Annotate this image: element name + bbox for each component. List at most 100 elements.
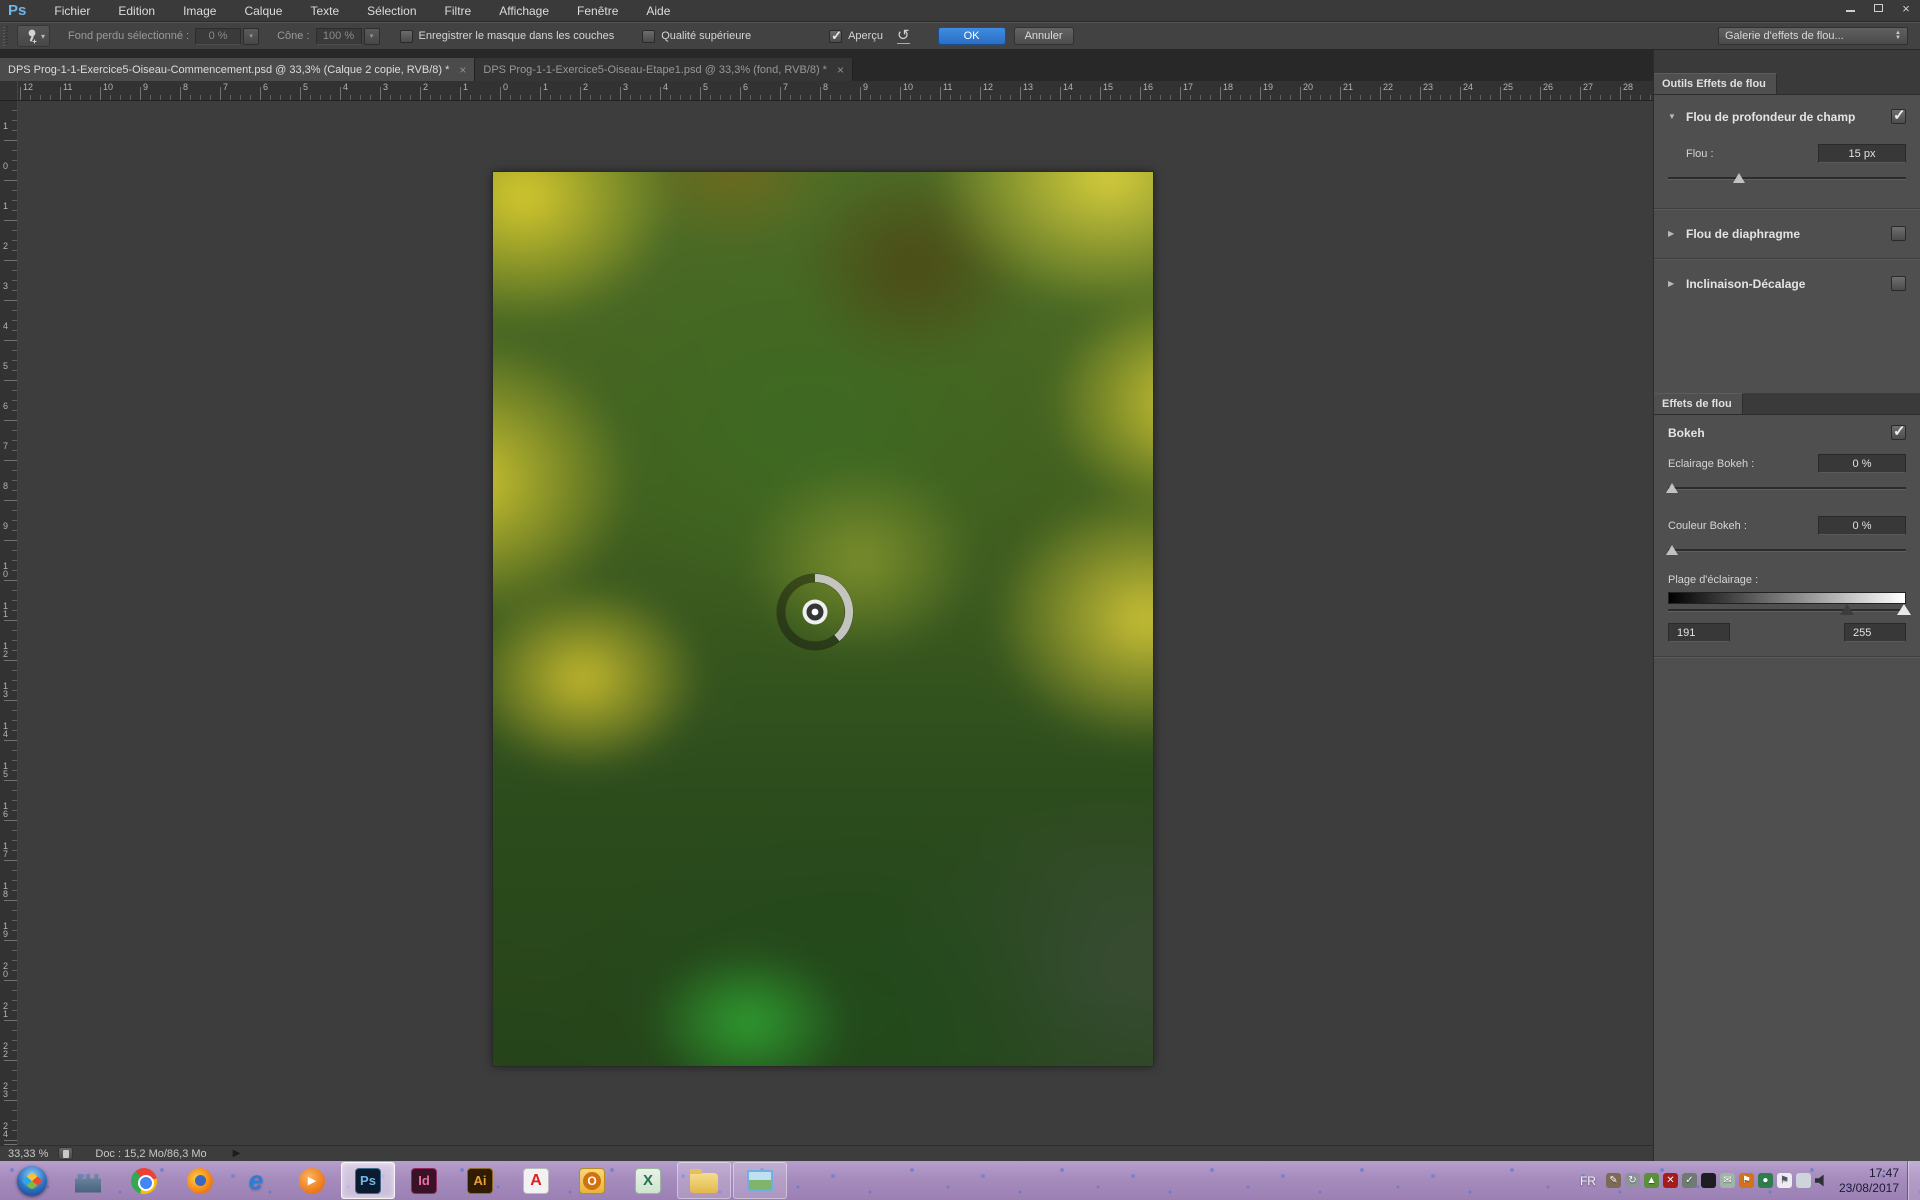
mail-check-icon[interactable]: ✉ <box>1720 1173 1735 1188</box>
adobe-update-icon[interactable]: ✕ <box>1663 1173 1678 1188</box>
slider-thumb[interactable] <box>1733 173 1745 183</box>
network-icon[interactable] <box>1796 1173 1811 1188</box>
ruler-number: 9 <box>3 522 8 530</box>
clock[interactable]: 17:47 23/08/2017 <box>1839 1166 1899 1196</box>
vertical-ruler[interactable]: 101234567891 01 11 21 31 41 51 61 71 81 … <box>0 101 18 1145</box>
google-drive-icon[interactable]: ▲ <box>1644 1173 1659 1188</box>
checkbox-icon <box>400 30 413 43</box>
restore-button[interactable] <box>1864 0 1892 16</box>
status-preview-icon[interactable] <box>58 1147 73 1160</box>
menu-filtre[interactable]: Filtre <box>431 0 486 21</box>
windows-defender[interactable] <box>61 1162 115 1199</box>
ruler-number: 3 <box>383 82 388 92</box>
menu-fenetre[interactable]: Fenêtre <box>563 0 632 21</box>
sync-notify-icon[interactable]: ↻ <box>1625 1173 1640 1188</box>
google-chrome[interactable] <box>117 1162 171 1199</box>
menu-affichage[interactable]: Affichage <box>485 0 563 21</box>
ruler-number: 7 <box>783 82 788 92</box>
save-mask-checkbox[interactable]: Enregistrer le masque dans les couches <box>400 30 615 43</box>
menu-fichier[interactable]: Fichier <box>40 0 104 21</box>
slider-thumb[interactable] <box>1666 483 1678 493</box>
color-bokeh-value-field[interactable]: 0 % <box>1818 516 1906 535</box>
ok-button[interactable]: OK <box>938 27 1006 45</box>
menu-texte[interactable]: Texte <box>296 0 353 21</box>
photoshop[interactable]: Ps <box>341 1162 395 1199</box>
blur-panels: Outils Effets de flou ▼ Flou de profonde… <box>1653 50 1920 1161</box>
horizontal-ruler[interactable]: 1211109876543210123456789101112131415161… <box>18 81 1653 101</box>
document-tab-1[interactable]: DPS Prog-1-1-Exercice5-Oiseau-Commenceme… <box>0 58 475 81</box>
range-high-thumb[interactable] <box>1897 604 1911 615</box>
ruler-number: 2 <box>583 82 588 92</box>
language-indicator[interactable]: FR <box>1580 1174 1596 1188</box>
ruler-number: 1 9 <box>3 922 8 938</box>
preview-checkbox[interactable]: Aperçu <box>829 30 883 43</box>
tilt-shift-checkbox[interactable] <box>1891 276 1906 291</box>
high-quality-checkbox[interactable]: Qualité supérieure <box>642 30 751 43</box>
reset-icon[interactable]: ↺ <box>897 29 910 44</box>
tab-close-icon[interactable]: × <box>837 63 844 77</box>
volume-icon[interactable] <box>1815 1174 1829 1188</box>
windows-explorer[interactable] <box>677 1162 731 1199</box>
light-range-gradient[interactable] <box>1668 592 1906 604</box>
minimize-button[interactable] <box>1836 0 1864 16</box>
image-viewer[interactable] <box>733 1162 787 1199</box>
ruler-number: 21 <box>1343 82 1353 92</box>
ruler-number: 1 5 <box>3 762 8 778</box>
blur-pin[interactable] <box>770 567 860 657</box>
bokeh-checkbox[interactable] <box>1891 425 1906 440</box>
options-bar-grip[interactable] <box>3 26 11 46</box>
iris-blur-section-header[interactable]: ▶ Flou de diaphragme <box>1668 209 1906 258</box>
usb-safely-remove-icon[interactable]: ✓ <box>1682 1173 1697 1188</box>
light-bokeh-value-field[interactable]: 0 % <box>1818 454 1906 473</box>
outlook[interactable]: O <box>565 1162 619 1199</box>
action-center-flag-icon[interactable]: ⚑ <box>1777 1173 1792 1188</box>
tray-icons: ✎ ↻ ▲ ✕ ✓ ✉ ⚑ ● ⚑ <box>1606 1173 1829 1188</box>
show-desktop-button[interactable] <box>1907 1161 1920 1200</box>
document-tab-2[interactable]: DPS Prog-1-1-Exercice5-Oiseau-Etape1.psd… <box>475 58 853 81</box>
field-blur-section-header[interactable]: ▼ Flou de profondeur de champ <box>1668 109 1906 124</box>
menu-image[interactable]: Image <box>169 0 230 21</box>
light-bokeh-slider[interactable] <box>1668 482 1906 494</box>
cancel-button[interactable]: Annuler <box>1014 27 1074 45</box>
blur-effects-panel-tab[interactable]: Effets de flou <box>1654 393 1743 414</box>
menu-selection[interactable]: Sélection <box>353 0 430 21</box>
internet-explorer[interactable]: e <box>229 1162 283 1199</box>
menu-calque[interactable]: Calque <box>230 0 296 21</box>
tilt-shift-section-header[interactable]: ▶ Inclinaison-Décalage <box>1668 259 1906 308</box>
ruler-number: 1 7 <box>3 842 8 858</box>
iris-blur-checkbox[interactable] <box>1891 226 1906 241</box>
acrobat-reader[interactable]: A <box>509 1162 563 1199</box>
ruler-number: 8 <box>183 82 188 92</box>
close-button[interactable]: × <box>1892 0 1920 16</box>
start-button[interactable] <box>5 1162 59 1199</box>
defender-alert-icon[interactable]: ⚑ <box>1739 1173 1754 1188</box>
flou-slider[interactable] <box>1668 172 1906 184</box>
flou-value-field[interactable]: 15 px <box>1818 144 1906 163</box>
illustrator[interactable]: Ai <box>453 1162 507 1199</box>
blur-tools-panel-tab[interactable]: Outils Effets de flou <box>1654 73 1777 94</box>
range-high-field[interactable]: 255 <box>1844 623 1906 642</box>
status-menu-arrow-icon[interactable]: ▶ <box>233 1148 241 1159</box>
blur-pin-tool-button[interactable]: ▾ <box>17 25 50 47</box>
tablet-pen-icon[interactable]: ✎ <box>1606 1173 1621 1188</box>
tab-close-icon[interactable]: × <box>459 63 466 77</box>
firefox[interactable] <box>173 1162 227 1199</box>
close-icon: × <box>1902 2 1910 15</box>
ruler-number: 1 <box>3 122 8 130</box>
indesign[interactable]: Id <box>397 1162 451 1199</box>
slider-thumb[interactable] <box>1666 545 1678 555</box>
windows-media-player[interactable]: ▶ <box>285 1162 339 1199</box>
menu-aide[interactable]: Aide <box>632 0 684 21</box>
satellite-icon[interactable] <box>1701 1173 1716 1188</box>
range-low-thumb[interactable] <box>1840 604 1854 615</box>
color-bokeh-slider[interactable] <box>1668 544 1906 556</box>
ruler-number: 10 <box>903 82 913 92</box>
field-blur-checkbox[interactable] <box>1891 109 1906 124</box>
blur-gallery-select[interactable]: Galerie d'effets de flou... ▲▼ <box>1718 27 1908 45</box>
excel[interactable]: X <box>621 1162 675 1199</box>
range-low-field[interactable]: 191 <box>1668 623 1730 642</box>
document-canvas[interactable] <box>493 172 1153 1066</box>
menu-edition[interactable]: Edition <box>104 0 169 21</box>
zoom-level-field[interactable]: 33,33 % <box>0 1148 58 1160</box>
backup-status-icon[interactable]: ● <box>1758 1173 1773 1188</box>
